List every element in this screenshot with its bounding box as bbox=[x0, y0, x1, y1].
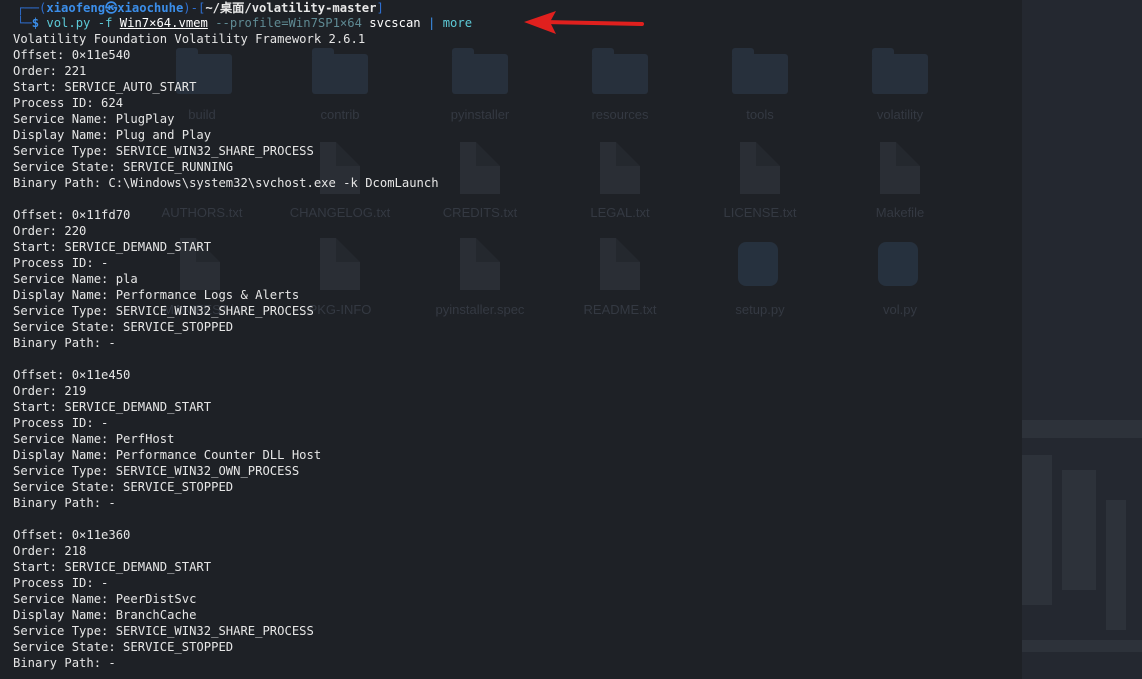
service-pid: Process ID: 624 bbox=[13, 96, 124, 110]
prompt-path: ~/桌面/volatility-master bbox=[205, 1, 377, 15]
service-pid: Process ID: - bbox=[13, 576, 109, 590]
prompt-symbol: $ bbox=[31, 16, 40, 30]
service-name: Service Name: PlugPlay bbox=[13, 112, 175, 126]
prompt-user: xiaofeng bbox=[46, 1, 106, 15]
prompt-host: xiaochuhe bbox=[117, 1, 184, 15]
command-profile: --profile=Win7SP1×64 bbox=[215, 16, 362, 30]
service-display-name: Display Name: BranchCache bbox=[13, 608, 197, 622]
service-name: Service Name: PeerDistSvc bbox=[13, 592, 197, 606]
service-offset: Offset: 0×11fd70 bbox=[13, 208, 131, 222]
service-type: Service Type: SERVICE_WIN32_SHARE_PROCES… bbox=[13, 144, 314, 158]
service-type: Service Type: SERVICE_WIN32_SHARE_PROCES… bbox=[13, 304, 314, 318]
command-line[interactable]: └─$ vol.py -f Win7×64.vmem --profile=Win… bbox=[17, 15, 472, 31]
service-name: Service Name: PerfHost bbox=[13, 432, 175, 446]
service-name: Service Name: pla bbox=[13, 272, 138, 286]
command-program: vol.py bbox=[46, 16, 91, 30]
red-arrow-annotation bbox=[524, 11, 644, 34]
terminal-window[interactable]: ┌──(xiaofeng㉿xiaochuhe)-[~/桌面/volatility… bbox=[0, 0, 1142, 679]
service-state: Service State: SERVICE_STOPPED bbox=[13, 320, 234, 334]
service-pid: Process ID: - bbox=[13, 416, 109, 430]
service-order: Order: 221 bbox=[13, 64, 87, 78]
pipe-symbol: | bbox=[428, 16, 436, 30]
service-display-name: Display Name: Performance Logs & Alerts bbox=[13, 288, 300, 302]
service-offset: Offset: 0×11e450 bbox=[13, 368, 131, 382]
service-binary-path: Binary Path: - bbox=[13, 496, 116, 510]
command-plugin: svcscan bbox=[369, 16, 421, 30]
service-display-name: Display Name: Plug and Play bbox=[13, 128, 212, 142]
service-binary-path: Binary Path: - bbox=[13, 336, 116, 350]
service-order: Order: 218 bbox=[13, 544, 87, 558]
service-start: Start: SERVICE_DEMAND_START bbox=[13, 560, 212, 574]
service-order: Order: 219 bbox=[13, 384, 87, 398]
service-binary-path: Binary Path: - bbox=[13, 656, 116, 670]
service-offset: Offset: 0×11e540 bbox=[13, 48, 131, 62]
command-flag: -f bbox=[97, 16, 113, 30]
command-file: Win7×64.vmem bbox=[119, 16, 208, 30]
service-order: Order: 220 bbox=[13, 224, 87, 238]
service-type: Service Type: SERVICE_WIN32_SHARE_PROCES… bbox=[13, 624, 314, 638]
output-header: Volatility Foundation Volatility Framewo… bbox=[13, 32, 366, 46]
service-type: Service Type: SERVICE_WIN32_OWN_PROCESS bbox=[13, 464, 300, 478]
service-offset: Offset: 0×11e360 bbox=[13, 528, 131, 542]
service-state: Service State: SERVICE_RUNNING bbox=[13, 160, 234, 174]
service-start: Start: SERVICE_AUTO_START bbox=[13, 80, 197, 94]
service-binary-path: Binary Path: C:\Windows\system32\svchost… bbox=[13, 176, 439, 190]
service-display-name: Display Name: Performance Counter DLL Ho… bbox=[13, 448, 322, 462]
pipe-command: more bbox=[442, 16, 473, 30]
prompt-line: ┌──(xiaofeng㉿xiaochuhe)-[~/桌面/volatility… bbox=[17, 1, 384, 15]
service-state: Service State: SERVICE_STOPPED bbox=[13, 480, 234, 494]
service-start: Start: SERVICE_DEMAND_START bbox=[13, 240, 212, 254]
service-pid: Process ID: - bbox=[13, 256, 109, 270]
service-state: Service State: SERVICE_STOPPED bbox=[13, 640, 234, 654]
service-start: Start: SERVICE_DEMAND_START bbox=[13, 400, 212, 414]
